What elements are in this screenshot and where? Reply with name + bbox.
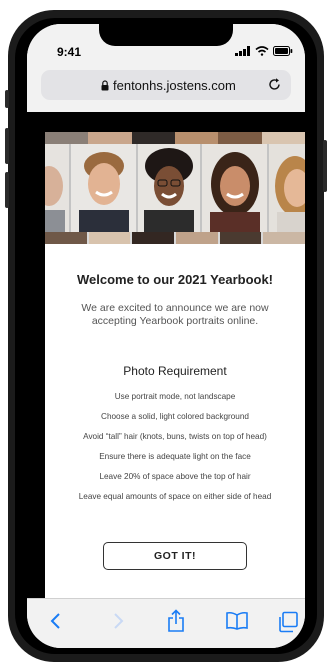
portrait-photo xyxy=(138,144,200,232)
collage-row xyxy=(45,144,305,232)
back-icon[interactable] xyxy=(49,611,63,631)
notch xyxy=(99,24,233,46)
portrait-photo xyxy=(201,144,268,232)
power-button xyxy=(323,140,327,192)
mute-switch xyxy=(5,90,9,108)
browser-toolbar xyxy=(27,598,305,648)
requirement-item: Leave equal amounts of space on either s… xyxy=(78,492,272,501)
status-time: 9:41 xyxy=(57,45,82,59)
battery-icon xyxy=(273,46,293,56)
tabs-icon[interactable] xyxy=(277,611,299,633)
phone-frame: 9:41 fentonhs.jostens.com Welcome to our… xyxy=(5,10,327,662)
portrait-collage xyxy=(45,132,305,244)
share-icon[interactable] xyxy=(167,609,185,633)
signal-icon xyxy=(235,46,250,56)
wifi-icon xyxy=(255,46,269,56)
requirements-title: Photo Requirement xyxy=(123,364,227,378)
web-page: Welcome to our 2021 Yearbook! We are exc… xyxy=(27,112,305,600)
portrait-photo xyxy=(70,144,137,232)
requirement-item: Use portrait mode, not landscape xyxy=(114,392,236,401)
page-title: Welcome to our 2021 Yearbook! xyxy=(76,272,274,287)
welcome-card: Welcome to our 2021 Yearbook! We are exc… xyxy=(45,132,305,600)
url-text: fentonhs.jostens.com xyxy=(113,78,236,93)
requirement-item: Avoid “tall” hair (knots, buns, twists o… xyxy=(83,432,267,441)
screen: 9:41 fentonhs.jostens.com Welcome to our… xyxy=(27,24,305,648)
reload-icon[interactable] xyxy=(267,77,282,92)
address-bar[interactable]: fentonhs.jostens.com xyxy=(41,70,291,100)
requirement-item: Ensure there is adequate light on the fa… xyxy=(99,452,251,461)
phone-bezel: 9:41 fentonhs.jostens.com Welcome to our… xyxy=(15,18,317,654)
forward-icon[interactable] xyxy=(111,611,125,631)
bookmarks-icon[interactable] xyxy=(225,611,249,631)
requirements-list: Use portrait mode, not landscape Choose … xyxy=(45,387,305,507)
volume-down-button xyxy=(5,172,9,208)
volume-up-button xyxy=(5,128,9,164)
requirement-item: Leave 20% of space above the top of hair xyxy=(99,472,251,481)
status-icons xyxy=(235,46,293,56)
got-it-button[interactable]: GOT IT! xyxy=(103,542,247,570)
browser-address-area: fentonhs.jostens.com xyxy=(27,64,305,112)
portrait-photo xyxy=(45,144,69,232)
collage-bottom-strip xyxy=(45,232,305,244)
requirement-item: Choose a solid, light colored background xyxy=(101,412,249,421)
intro-text: We are excited to announce we are now ac… xyxy=(81,302,269,327)
lock-icon xyxy=(101,80,109,91)
portrait-photo xyxy=(269,144,305,232)
collage-top-strip xyxy=(45,132,305,144)
